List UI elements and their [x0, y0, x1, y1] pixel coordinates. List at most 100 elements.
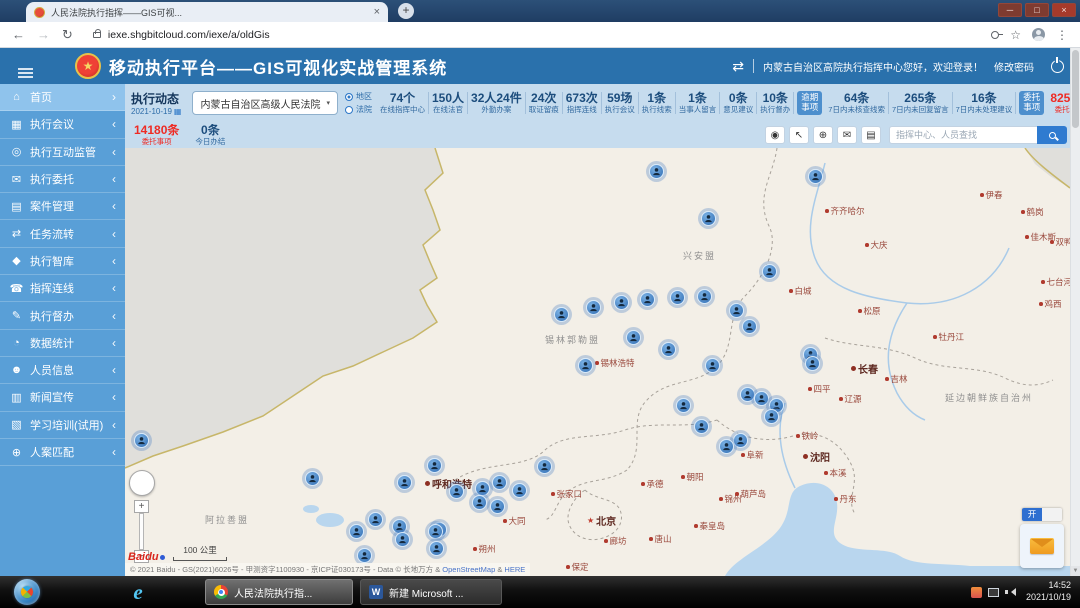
- toggle-on-label[interactable]: 开: [1022, 508, 1042, 521]
- map-marker[interactable]: [449, 484, 464, 499]
- minimize-button[interactable]: ─: [998, 3, 1022, 17]
- radio-option[interactable]: 法院: [345, 104, 372, 115]
- map-marker[interactable]: [475, 481, 490, 496]
- radio-selected[interactable]: 地区: [345, 91, 372, 102]
- search-button[interactable]: [1037, 126, 1067, 144]
- sidebar-item-knowledge[interactable]: ◆ 执行智库 ‹: [0, 248, 125, 276]
- sidebar-item-hotline[interactable]: ☎ 指挥连线 ‹: [0, 275, 125, 303]
- change-password-link[interactable]: 修改密码: [994, 59, 1034, 74]
- refresh-icon[interactable]: ↻: [62, 28, 73, 41]
- internet-explorer-icon[interactable]: e: [126, 580, 150, 604]
- globe-icon[interactable]: ⊕: [813, 126, 833, 144]
- map-marker[interactable]: [649, 164, 664, 179]
- sidebar-item-personnel[interactable]: ☻ 人员信息 ‹: [0, 357, 125, 385]
- page-scrollbar[interactable]: ▼: [1070, 48, 1080, 576]
- map-marker[interactable]: [661, 342, 676, 357]
- password-key-icon[interactable]: [991, 30, 1004, 39]
- message-icon[interactable]: ✉: [837, 126, 857, 144]
- map-marker[interactable]: [395, 532, 410, 547]
- map-pan-control[interactable]: [129, 470, 155, 496]
- toggle-off-segment[interactable]: [1042, 508, 1062, 521]
- profile-avatar-icon[interactable]: [1032, 28, 1045, 41]
- tab-close-icon[interactable]: ×: [374, 6, 380, 18]
- map-marker[interactable]: [490, 499, 505, 514]
- locate-icon[interactable]: ◉: [765, 126, 785, 144]
- map-marker[interactable]: [676, 398, 691, 413]
- sidebar-item-news[interactable]: ▥ 新闻宣传 ‹: [0, 384, 125, 412]
- map-marker[interactable]: [719, 439, 734, 454]
- map-marker[interactable]: [670, 290, 685, 305]
- zoom-slider[interactable]: [139, 513, 144, 550]
- logout-power-icon[interactable]: [1051, 57, 1064, 73]
- start-button[interactable]: [14, 579, 40, 605]
- close-button[interactable]: ×: [1052, 3, 1076, 17]
- map-marker[interactable]: [762, 264, 777, 279]
- maximize-button[interactable]: □: [1025, 3, 1049, 17]
- map-marker[interactable]: [701, 211, 716, 226]
- bookmark-star-icon[interactable]: ☆: [1010, 28, 1021, 42]
- attribution-here-link[interactable]: HERE: [504, 565, 525, 574]
- url-field[interactable]: iexe.shgbitcloud.com/iexe/a/oldGis: [85, 28, 979, 41]
- sidebar-item-statistics[interactable]: ◔ 数据统计 ‹: [0, 330, 125, 357]
- date-picker[interactable]: 2021-10-19 ▦: [131, 107, 181, 116]
- taskbar-word-window[interactable]: W 新建 Microsoft ...: [360, 579, 502, 605]
- map-marker[interactable]: [429, 541, 444, 556]
- map-marker[interactable]: [428, 524, 443, 539]
- scroll-down-icon[interactable]: ▼: [1071, 566, 1080, 576]
- message-panel[interactable]: [1020, 524, 1064, 568]
- browser-menu-icon[interactable]: ⋮: [1056, 28, 1068, 42]
- map-marker[interactable]: [512, 483, 527, 498]
- browser-tab[interactable]: 人民法院执行指挥——GIS可视... ×: [26, 2, 388, 22]
- sidebar-item-task-flow[interactable]: ⇄ 任务流转 ‹: [0, 220, 125, 248]
- sidebar-item-supervise[interactable]: ✎ 执行督办 ‹: [0, 302, 125, 330]
- tray-security-icon[interactable]: [970, 586, 982, 598]
- tray-window-icon[interactable]: [987, 587, 999, 597]
- layers-icon[interactable]: ▤: [861, 126, 881, 144]
- switch-system-icon[interactable]: ⇄: [732, 58, 744, 75]
- map-marker[interactable]: [697, 289, 712, 304]
- map-marker[interactable]: [349, 524, 364, 539]
- map-marker[interactable]: [808, 169, 823, 184]
- map-marker[interactable]: [705, 358, 720, 373]
- map-marker[interactable]: [764, 409, 779, 424]
- back-icon[interactable]: ←: [12, 28, 25, 41]
- select-icon[interactable]: ↖: [789, 126, 809, 144]
- search-input[interactable]: [889, 126, 1037, 144]
- gis-map[interactable]: 呼和浩特★北京沈阳长春锡林浩特齐齐哈尔大庆伊春鹤岗佳木斯双鸭山七台河鸡西牡丹江白…: [125, 148, 1070, 576]
- map-marker[interactable]: [740, 387, 755, 402]
- map-marker[interactable]: [614, 295, 629, 310]
- hamburger-menu-icon[interactable]: [18, 72, 33, 74]
- forward-icon[interactable]: →: [37, 28, 50, 41]
- sidebar-item-home[interactable]: ⌂ 首页 ›: [0, 84, 125, 112]
- map-marker[interactable]: [694, 419, 709, 434]
- map-marker[interactable]: [357, 548, 372, 563]
- map-marker[interactable]: [733, 433, 748, 448]
- map-marker[interactable]: [397, 475, 412, 490]
- map-marker[interactable]: [729, 303, 744, 318]
- map-marker[interactable]: [554, 307, 569, 322]
- sidebar-item-delegate[interactable]: ✉ 执行委托 ‹: [0, 166, 125, 194]
- map-marker[interactable]: [805, 356, 820, 371]
- map-marker[interactable]: [754, 391, 769, 406]
- tray-volume-icon[interactable]: [1004, 587, 1017, 598]
- map-marker[interactable]: [586, 300, 601, 315]
- sidebar-item-meeting[interactable]: ▦ 执行会议 ‹: [0, 111, 125, 139]
- court-select-dropdown[interactable]: 内蒙古自治区高级人民法院 ▾: [192, 91, 338, 115]
- attribution-osm-link[interactable]: OpenStreetMap: [442, 565, 495, 574]
- message-toggle[interactable]: 开: [1022, 508, 1062, 521]
- map-marker[interactable]: [537, 459, 552, 474]
- sidebar-item-monitor[interactable]: ◎ 执行互动监管 ‹: [0, 139, 125, 166]
- map-marker[interactable]: [368, 512, 383, 527]
- map-marker[interactable]: [626, 330, 641, 345]
- sidebar-item-match[interactable]: ⊕ 人案匹配 ‹: [0, 439, 125, 467]
- map-marker[interactable]: [742, 319, 757, 334]
- map-marker[interactable]: [578, 358, 593, 373]
- sidebar-item-training[interactable]: ▧ 学习培训(试用) ‹: [0, 412, 125, 439]
- map-marker[interactable]: [427, 458, 442, 473]
- scrollbar-thumb[interactable]: [1072, 50, 1079, 128]
- sidebar-item-case[interactable]: ▤ 案件管理 ‹: [0, 193, 125, 221]
- taskbar-chrome-window[interactable]: 人民法院执行指...: [205, 579, 353, 605]
- map-marker[interactable]: [640, 292, 655, 307]
- map-marker[interactable]: [492, 475, 507, 490]
- map-marker[interactable]: [305, 471, 320, 486]
